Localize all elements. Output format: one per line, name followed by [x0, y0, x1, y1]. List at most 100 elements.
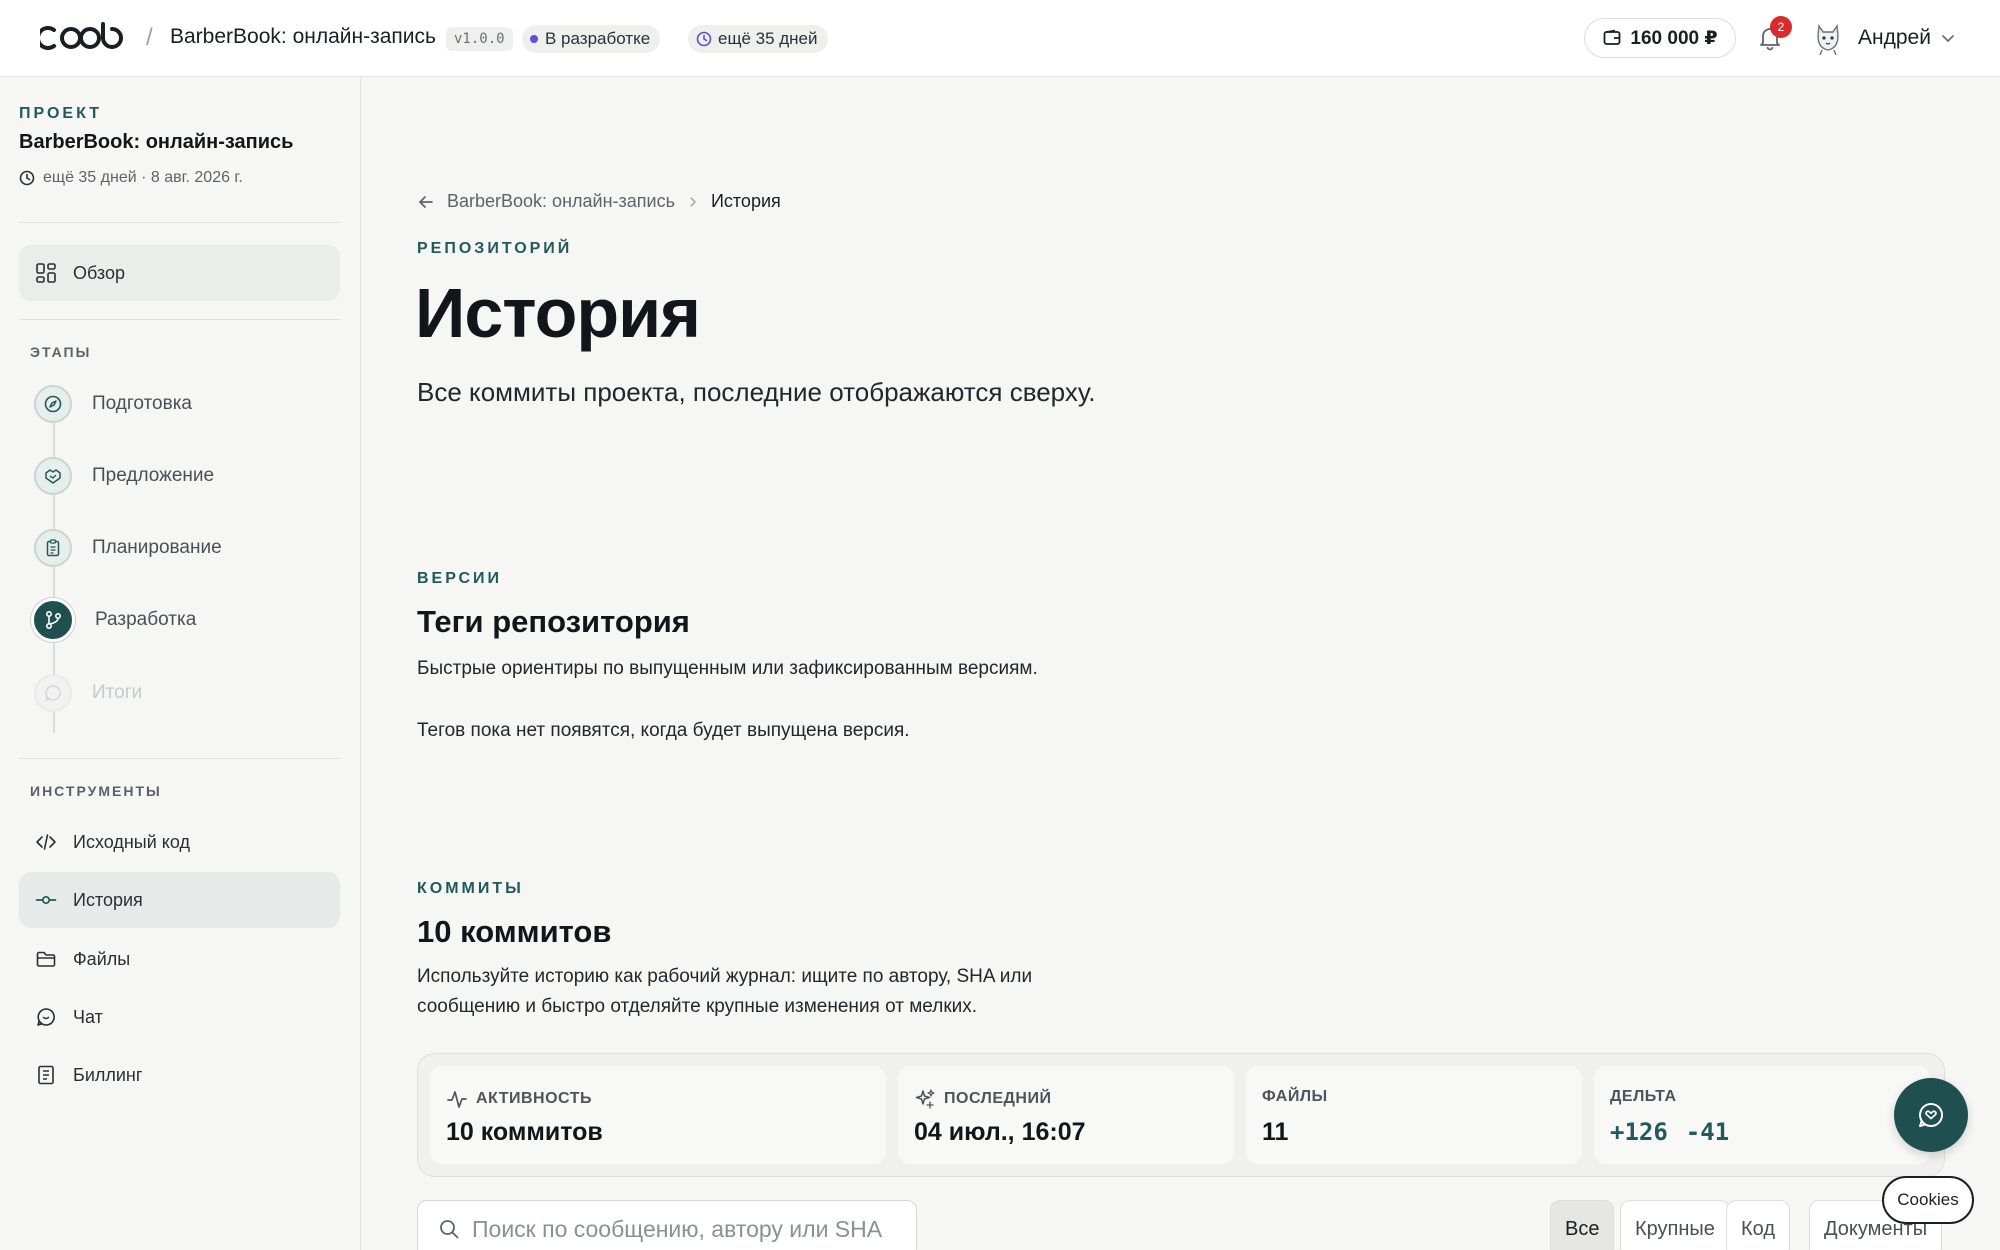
sidebar: ПРОЕКТ BarberBook: онлайн-запись ещё 35 …: [0, 77, 361, 1250]
commits-description: Используйте историю как рабочий журнал: …: [417, 966, 1033, 1017]
commits-title: 10 коммитов: [417, 914, 612, 949]
top-bar: / BarberBook: онлайн-запись v1.0.0 В раз…: [0, 0, 2000, 77]
stage-development[interactable]: Разработка: [31, 598, 197, 642]
compass-icon: [34, 385, 72, 423]
clock-icon: [19, 170, 35, 186]
divider: [19, 319, 340, 320]
sidebar-project-meta: ещё 35 дней · 8 авг. 2026 г.: [19, 169, 243, 187]
tags-empty-state: Тегов пока нет появятся, когда будет вып…: [417, 720, 910, 741]
arrow-left-icon[interactable]: [417, 193, 435, 211]
page-title: История: [415, 274, 701, 352]
chat-icon: [34, 674, 72, 712]
sidebar-item-billing[interactable]: Биллинг: [19, 1047, 340, 1103]
balance-button[interactable]: 160 000 ₽: [1584, 18, 1736, 58]
sidebar-item-label: Обзор: [73, 262, 125, 283]
stage-label: Планирование: [92, 537, 222, 558]
commits-kicker: КОММИТЫ: [417, 880, 524, 897]
stat-label-text: ФАЙЛЫ: [1262, 1088, 1328, 1105]
stat-value: 04 июл., 16:07: [914, 1118, 1086, 1146]
stage-label: Разработка: [95, 609, 197, 630]
stage-planning[interactable]: Планирование: [34, 528, 222, 568]
page-description: Все коммиты проекта, последние отображаю…: [417, 377, 1096, 407]
stat-label: АКТИВНОСТЬ: [446, 1088, 592, 1110]
filter-code[interactable]: Код: [1726, 1200, 1791, 1250]
breadcrumb-separator: /: [146, 24, 153, 51]
delta-additions: +126: [1610, 1118, 1668, 1146]
clipboard-icon: [34, 529, 72, 567]
tags-kicker: ВЕРСИИ: [417, 570, 503, 587]
delta-deletions: -41: [1685, 1118, 1730, 1146]
cookies-button[interactable]: Cookies: [1882, 1176, 1974, 1224]
balance-amount: 160 000 ₽: [1630, 27, 1718, 49]
git-branch-icon: [31, 598, 75, 642]
stage-label: Подготовка: [92, 393, 193, 414]
sidebar-item-label: Файлы: [73, 948, 131, 969]
divider: [19, 222, 340, 223]
filter-major[interactable]: Крупные: [1620, 1200, 1730, 1250]
search-input[interactable]: [472, 1215, 912, 1243]
stat-value: +126 -41: [1610, 1118, 1729, 1147]
search-icon: [440, 1220, 459, 1239]
tools-section-title: ИНСТРУМЕНТЫ: [30, 783, 162, 799]
filter-all[interactable]: Все: [1550, 1200, 1615, 1250]
stat-value: 11: [1262, 1118, 1289, 1146]
sidebar-meta-text: ещё 35 дней · 8 авг. 2026 г.: [43, 169, 243, 186]
deadline-badge: ещё 35 дней: [688, 25, 828, 53]
stat-label: ФАЙЛЫ: [1262, 1088, 1328, 1106]
deadline-label: ещё 35 дней: [718, 29, 818, 48]
avatar[interactable]: [1813, 20, 1843, 56]
stat-delta: ДЕЛЬТА +126 -41: [1594, 1066, 1930, 1164]
commit-icon: [35, 895, 57, 905]
project-title[interactable]: BarberBook: онлайн-запись: [170, 25, 436, 49]
page-kicker: РЕПОЗИТОРИЙ: [417, 240, 573, 257]
dashboard-icon: [36, 263, 56, 283]
sidebar-kicker: ПРОЕКТ: [19, 105, 103, 122]
sidebar-item-label: Исходный код: [73, 831, 190, 852]
sidebar-item-history[interactable]: История: [19, 872, 340, 928]
stage-label: Предложение: [92, 465, 215, 486]
stage-results[interactable]: Итоги: [34, 673, 142, 713]
stat-activity: АКТИВНОСТЬ 10 коммитов: [430, 1066, 886, 1164]
user-name[interactable]: Андрей: [1858, 26, 1931, 50]
notification-count-badge: 2: [1770, 16, 1792, 38]
sidebar-item-label: История: [73, 889, 143, 910]
sidebar-item-chat[interactable]: Чат: [19, 989, 340, 1045]
sidebar-item-label: Чат: [73, 1006, 103, 1027]
stage-preparation[interactable]: Подготовка: [34, 384, 192, 424]
stat-label: ПОСЛЕДНИЙ: [914, 1088, 1051, 1110]
tags-title: Теги репозитория: [417, 604, 690, 639]
version-badge: v1.0.0: [446, 27, 513, 51]
commit-stats-panel: АКТИВНОСТЬ 10 коммитов ПОСЛЕДНИЙ 04 июл.…: [417, 1053, 1945, 1177]
status-badge: В разработке: [522, 25, 661, 53]
stat-label: ДЕЛЬТА: [1610, 1088, 1677, 1106]
sparkle-icon: [915, 1089, 935, 1109]
stat-label-text: ПОСЛЕДНИЙ: [944, 1090, 1052, 1107]
stat-label-text: АКТИВНОСТЬ: [476, 1090, 592, 1107]
wallet-icon: [1604, 29, 1621, 45]
status-dot-icon: [530, 35, 538, 43]
handshake-icon: [34, 457, 72, 495]
stage-proposal[interactable]: Предложение: [34, 456, 214, 496]
divider: [19, 758, 340, 759]
activity-icon: [447, 1091, 467, 1108]
chat-icon: [37, 1008, 55, 1026]
code-icon: [36, 834, 56, 850]
chevron-right-icon: [690, 196, 697, 207]
commit-search[interactable]: [417, 1200, 917, 1250]
tags-description: Быстрые ориентиры по выпущенным или зафи…: [417, 658, 1038, 679]
folder-icon: [36, 951, 56, 967]
sidebar-item-files[interactable]: Файлы: [19, 931, 340, 987]
chat-icon: [1919, 1102, 1943, 1127]
sidebar-item-label: Биллинг: [73, 1064, 143, 1085]
stat-label-text: ДЕЛЬТА: [1610, 1088, 1677, 1105]
sidebar-item-overview[interactable]: Обзор: [19, 245, 340, 301]
breadcrumb-parent-link[interactable]: BarberBook: онлайн-запись: [447, 191, 675, 212]
coob-logo[interactable]: [40, 22, 130, 54]
chevron-down-icon[interactable]: [1940, 30, 1956, 46]
support-chat-button[interactable]: [1894, 1078, 1968, 1152]
stages-section-title: ЭТАПЫ: [30, 344, 92, 360]
stat-files: ФАЙЛЫ 11: [1246, 1066, 1582, 1164]
main-content: BarberBook: онлайн-запись История РЕПОЗИ…: [361, 77, 2000, 1250]
sidebar-item-source-code[interactable]: Исходный код: [19, 814, 340, 870]
clock-icon: [696, 31, 712, 47]
